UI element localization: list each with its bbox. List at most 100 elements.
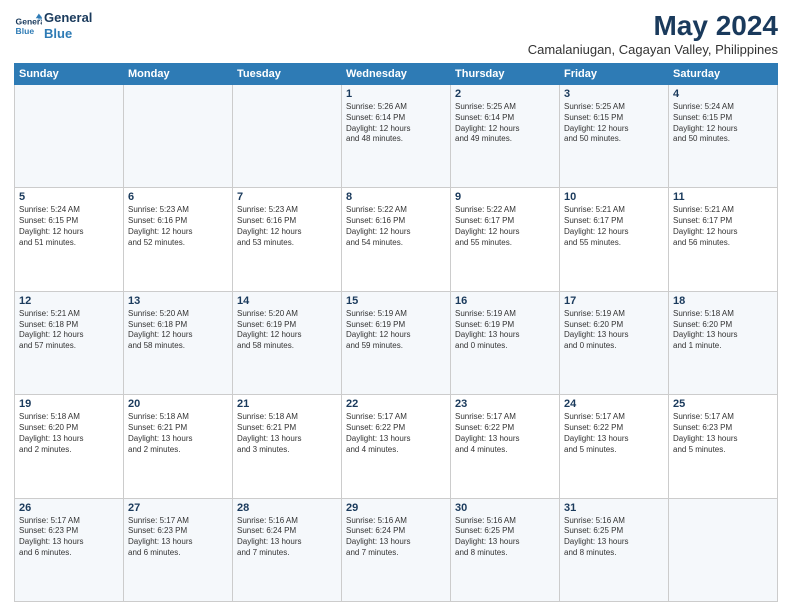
calendar-cell: 12Sunrise: 5:21 AMSunset: 6:18 PMDayligh… — [15, 291, 124, 394]
day-number: 26 — [19, 502, 119, 514]
weekday-header-monday: Monday — [124, 64, 233, 85]
day-number: 23 — [455, 398, 555, 410]
weekday-header-friday: Friday — [560, 64, 669, 85]
calendar-cell — [669, 498, 778, 601]
day-number: 27 — [128, 502, 228, 514]
calendar-cell: 25 Sunrise: 5:17 AMSunset: 6:23 PMDayligh… — [669, 395, 778, 498]
week-row-2: 5 Sunrise: 5:24 AMSunset: 6:15 PMDaylight… — [15, 188, 778, 291]
week-row-4: 19Sunrise: 5:18 AMSunset: 6:20 PMDayligh… — [15, 395, 778, 498]
cell-info: Sunrise: 5:17 AMSunset: 6:23 PMDaylight:… — [128, 516, 228, 559]
day-number: 3 — [564, 88, 664, 100]
logo-icon: General Blue — [14, 12, 42, 40]
weekday-header-tuesday: Tuesday — [233, 64, 342, 85]
day-number: 28 — [237, 502, 337, 514]
calendar-cell — [233, 85, 342, 188]
day-number: 14 — [237, 295, 337, 307]
cell-info: Sunrise: 5:17 AMSunset: 6:23 PMDaylight:… — [673, 412, 773, 455]
day-number: 5 — [19, 191, 119, 203]
cell-info: Sunrise: 5:19 AMSunset: 6:20 PMDaylight:… — [564, 309, 664, 352]
logo-general: General — [44, 10, 92, 26]
cell-info: Sunrise: 5:16 AMSunset: 6:24 PMDaylight:… — [346, 516, 446, 559]
title-block: May 2024 Camalaniugan, Cagayan Valley, P… — [528, 10, 778, 57]
cell-info: Sunrise: 5:17 AMSunset: 6:22 PMDaylight:… — [564, 412, 664, 455]
cell-info: Sunrise: 5:17 AMSunset: 6:22 PMDaylight:… — [455, 412, 555, 455]
calendar-cell: 4Sunrise: 5:24 AMSunset: 6:15 PMDaylight… — [669, 85, 778, 188]
day-number: 31 — [564, 502, 664, 514]
calendar-cell — [124, 85, 233, 188]
cell-info: Sunrise: 5:19 AMSunset: 6:19 PMDaylight:… — [346, 309, 446, 352]
cell-info: Sunrise: 5:19 AMSunset: 6:19 PMDaylight:… — [455, 309, 555, 352]
cell-info: Sunrise: 5:25 AMSunset: 6:15 PMDaylight:… — [564, 102, 664, 145]
calendar-cell: 5 Sunrise: 5:24 AMSunset: 6:15 PMDaylight… — [15, 188, 124, 291]
calendar-table: SundayMondayTuesdayWednesdayThursdayFrid… — [14, 63, 778, 602]
cell-info: Sunrise: 5:16 AMSunset: 6:25 PMDaylight:… — [564, 516, 664, 559]
cell-info: Sunrise: 5:18 AMSunset: 6:21 PMDaylight:… — [128, 412, 228, 455]
cell-info: Sunrise: 5:26 AMSunset: 6:14 PMDaylight:… — [346, 102, 446, 145]
day-number: 25 — [673, 398, 773, 410]
calendar-cell — [15, 85, 124, 188]
calendar-cell: 28 Sunrise: 5:16 AMSunset: 6:24 PMDayligh… — [233, 498, 342, 601]
svg-text:Blue: Blue — [16, 25, 35, 35]
day-number: 9 — [455, 191, 555, 203]
calendar-cell: 1Sunrise: 5:26 AMSunset: 6:14 PMDaylight… — [342, 85, 451, 188]
day-number: 24 — [564, 398, 664, 410]
calendar-cell: 24 Sunrise: 5:17 AMSunset: 6:22 PMDayligh… — [560, 395, 669, 498]
week-row-1: 1Sunrise: 5:26 AMSunset: 6:14 PMDaylight… — [15, 85, 778, 188]
day-number: 7 — [237, 191, 337, 203]
day-number: 17 — [564, 295, 664, 307]
cell-info: Sunrise: 5:25 AMSunset: 6:14 PMDaylight:… — [455, 102, 555, 145]
calendar-cell: 8Sunrise: 5:22 AMSunset: 6:16 PMDaylight… — [342, 188, 451, 291]
cell-info: Sunrise: 5:18 AMSunset: 6:21 PMDaylight:… — [237, 412, 337, 455]
weekday-header-row: SundayMondayTuesdayWednesdayThursdayFrid… — [15, 64, 778, 85]
calendar-cell: 31 Sunrise: 5:16 AMSunset: 6:25 PMDayligh… — [560, 498, 669, 601]
weekday-header-saturday: Saturday — [669, 64, 778, 85]
day-number: 2 — [455, 88, 555, 100]
cell-info: Sunrise: 5:18 AMSunset: 6:20 PMDaylight:… — [673, 309, 773, 352]
calendar-cell: 21 Sunrise: 5:18 AMSunset: 6:21 PMDayligh… — [233, 395, 342, 498]
page: General Blue General Blue May 2024 Camal… — [0, 0, 792, 612]
cell-info: Sunrise: 5:23 AMSunset: 6:16 PMDaylight:… — [237, 205, 337, 248]
calendar-cell: 19Sunrise: 5:18 AMSunset: 6:20 PMDayligh… — [15, 395, 124, 498]
calendar-cell: 11 Sunrise: 5:21 AMSunset: 6:17 PMDayligh… — [669, 188, 778, 291]
day-number: 13 — [128, 295, 228, 307]
month-title: May 2024 — [528, 10, 778, 42]
calendar-cell: 16 Sunrise: 5:19 AMSunset: 6:19 PMDayligh… — [451, 291, 560, 394]
calendar-cell: 9 Sunrise: 5:22 AMSunset: 6:17 PMDaylight… — [451, 188, 560, 291]
cell-info: Sunrise: 5:22 AMSunset: 6:17 PMDaylight:… — [455, 205, 555, 248]
cell-info: Sunrise: 5:24 AMSunset: 6:15 PMDaylight:… — [19, 205, 119, 248]
day-number: 16 — [455, 295, 555, 307]
calendar-cell: 7 Sunrise: 5:23 AMSunset: 6:16 PMDaylight… — [233, 188, 342, 291]
day-number: 21 — [237, 398, 337, 410]
calendar-cell: 23 Sunrise: 5:17 AMSunset: 6:22 PMDayligh… — [451, 395, 560, 498]
cell-info: Sunrise: 5:17 AMSunset: 6:23 PMDaylight:… — [19, 516, 119, 559]
calendar-cell: 2 Sunrise: 5:25 AMSunset: 6:14 PMDaylight… — [451, 85, 560, 188]
day-number: 6 — [128, 191, 228, 203]
day-number: 11 — [673, 191, 773, 203]
week-row-3: 12Sunrise: 5:21 AMSunset: 6:18 PMDayligh… — [15, 291, 778, 394]
calendar-cell: 29Sunrise: 5:16 AMSunset: 6:24 PMDayligh… — [342, 498, 451, 601]
cell-info: Sunrise: 5:17 AMSunset: 6:22 PMDaylight:… — [346, 412, 446, 455]
week-row-5: 26 Sunrise: 5:17 AMSunset: 6:23 PMDayligh… — [15, 498, 778, 601]
cell-info: Sunrise: 5:16 AMSunset: 6:24 PMDaylight:… — [237, 516, 337, 559]
calendar-cell: 27 Sunrise: 5:17 AMSunset: 6:23 PMDayligh… — [124, 498, 233, 601]
cell-info: Sunrise: 5:18 AMSunset: 6:20 PMDaylight:… — [19, 412, 119, 455]
calendar-cell: 14Sunrise: 5:20 AMSunset: 6:19 PMDayligh… — [233, 291, 342, 394]
calendar-cell: 6Sunrise: 5:23 AMSunset: 6:16 PMDaylight… — [124, 188, 233, 291]
weekday-header-wednesday: Wednesday — [342, 64, 451, 85]
calendar-cell: 18 Sunrise: 5:18 AMSunset: 6:20 PMDayligh… — [669, 291, 778, 394]
cell-info: Sunrise: 5:21 AMSunset: 6:17 PMDaylight:… — [564, 205, 664, 248]
weekday-header-sunday: Sunday — [15, 64, 124, 85]
calendar-cell: 30Sunrise: 5:16 AMSunset: 6:25 PMDayligh… — [451, 498, 560, 601]
cell-info: Sunrise: 5:24 AMSunset: 6:15 PMDaylight:… — [673, 102, 773, 145]
day-number: 8 — [346, 191, 446, 203]
cell-info: Sunrise: 5:16 AMSunset: 6:25 PMDaylight:… — [455, 516, 555, 559]
logo-blue: Blue — [44, 26, 92, 42]
day-number: 10 — [564, 191, 664, 203]
cell-info: Sunrise: 5:21 AMSunset: 6:17 PMDaylight:… — [673, 205, 773, 248]
weekday-header-thursday: Thursday — [451, 64, 560, 85]
logo: General Blue General Blue — [14, 10, 92, 41]
day-number: 15 — [346, 295, 446, 307]
calendar-cell: 3 Sunrise: 5:25 AMSunset: 6:15 PMDaylight… — [560, 85, 669, 188]
day-number: 18 — [673, 295, 773, 307]
calendar-cell: 20Sunrise: 5:18 AMSunset: 6:21 PMDayligh… — [124, 395, 233, 498]
